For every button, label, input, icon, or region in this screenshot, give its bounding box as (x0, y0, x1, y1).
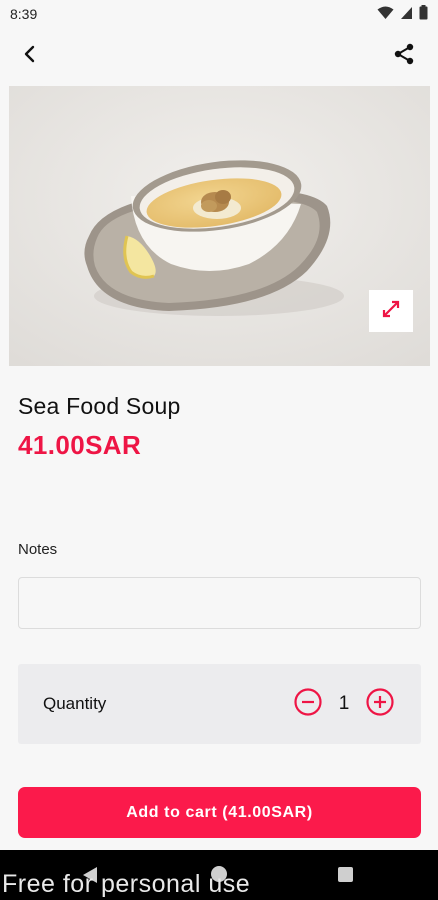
soup-dish-illustration (9, 86, 430, 366)
nav-recents-icon[interactable] (338, 867, 353, 882)
plus-circle-icon (365, 687, 395, 722)
quantity-panel: Quantity 1 (18, 664, 421, 744)
notes-label: Notes (18, 541, 58, 558)
increase-quantity-button[interactable] (365, 687, 395, 722)
battery-icon (419, 5, 428, 23)
status-bar: 8:39 (0, 0, 438, 28)
status-icons (377, 5, 428, 23)
app-bar (0, 28, 438, 84)
share-button[interactable] (386, 38, 422, 74)
quantity-stepper: 1 (293, 687, 395, 722)
quantity-value: 1 (338, 693, 350, 714)
decrease-quantity-button[interactable] (293, 687, 323, 722)
watermark-text: Free for personal use (2, 870, 251, 898)
back-button[interactable] (12, 38, 48, 74)
share-icon (393, 43, 415, 70)
expand-image-button[interactable] (369, 290, 413, 332)
product-price: 41.00SAR (18, 430, 142, 460)
cellular-icon (400, 6, 413, 23)
minus-circle-icon (293, 687, 323, 722)
quantity-label: Quantity (43, 694, 107, 713)
notes-input[interactable] (18, 577, 421, 629)
wifi-icon (377, 6, 394, 23)
status-time: 8:39 (10, 6, 38, 22)
expand-icon (381, 299, 401, 324)
product-title: Sea Food Soup (18, 393, 181, 419)
back-arrow-icon (20, 44, 40, 69)
add-to-cart-button[interactable]: Add to cart (41.00SAR) (18, 787, 421, 838)
product-image[interactable] (9, 86, 430, 366)
